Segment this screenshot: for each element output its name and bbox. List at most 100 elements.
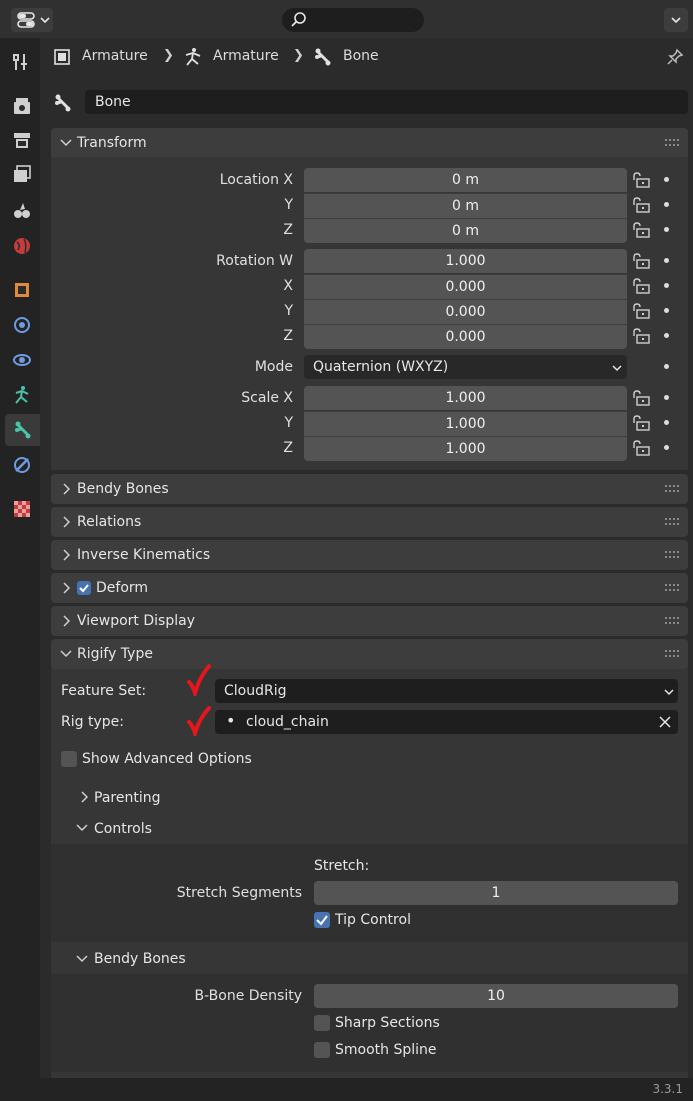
keyframe-dot-icon[interactable]: [664, 333, 669, 338]
tab-output[interactable]: [6, 124, 38, 156]
drag-handle-icon[interactable]: [665, 551, 679, 559]
lock-icon[interactable]: [631, 440, 651, 456]
tab-armature-data[interactable]: [6, 379, 38, 411]
breadcrumb-separator-icon: ❯: [163, 48, 174, 63]
tab-modifiers[interactable]: [6, 309, 38, 341]
tab-scene[interactable]: [6, 194, 38, 226]
chevron-down-icon: [40, 17, 50, 24]
rotation-z-field[interactable]: 0.000: [304, 324, 627, 349]
options-dropdown-button[interactable]: [664, 8, 688, 32]
drag-handle-icon[interactable]: [665, 485, 679, 493]
stretch-segments-field[interactable]: 1: [314, 881, 678, 905]
bone-icon: [14, 421, 30, 439]
tab-object[interactable]: [6, 274, 38, 306]
rotation-y-label: Y: [284, 303, 293, 319]
inverse-kinematics-panel-header[interactable]: Inverse Kinematics: [51, 540, 688, 570]
keyframe-dot-icon[interactable]: [664, 202, 669, 207]
lock-icon[interactable]: [631, 328, 651, 344]
keyframe-dot-icon[interactable]: [664, 227, 669, 232]
lock-icon[interactable]: [631, 222, 651, 238]
rotation-y-field[interactable]: 0.000: [304, 299, 627, 324]
drag-handle-icon[interactable]: [665, 584, 679, 592]
location-z-field[interactable]: 0 m: [304, 218, 627, 243]
controls-title: Controls: [94, 821, 152, 837]
bone-icon: [55, 94, 71, 112]
rigify-bendy-bones-subpanel-header[interactable]: Bendy Bones: [51, 944, 688, 974]
keyframe-dot-icon[interactable]: [664, 177, 669, 182]
location-x-label: Location X: [219, 172, 293, 188]
rotation-mode-dropdown[interactable]: Quaternion (WXYZ): [304, 355, 627, 379]
bone-name-field[interactable]: Bone: [85, 90, 688, 114]
tab-render[interactable]: [6, 90, 38, 122]
parenting-subpanel-header[interactable]: Parenting: [51, 782, 688, 812]
pin-icon[interactable]: [666, 48, 684, 66]
feature-set-value: CloudRig: [224, 683, 287, 699]
properties-editor-icon: [17, 12, 35, 28]
rig-type-search-field[interactable]: • cloud_chain: [215, 710, 678, 734]
controls-subpanel-header[interactable]: Controls: [51, 813, 688, 843]
drag-handle-icon[interactable]: [665, 518, 679, 526]
keyframe-dot-icon[interactable]: [664, 308, 669, 313]
annotation-checkmark-icon: [187, 664, 211, 696]
tab-bone[interactable]: [5, 414, 40, 446]
keyframe-dot-icon[interactable]: [664, 283, 669, 288]
lock-icon[interactable]: [631, 390, 651, 406]
feature-set-dropdown[interactable]: CloudRig: [215, 679, 678, 703]
location-y-field[interactable]: 0 m: [304, 193, 627, 218]
chevron-right-icon: [63, 483, 70, 495]
keyframe-dot-icon[interactable]: [664, 258, 669, 263]
search-input[interactable]: [282, 8, 424, 32]
rigify-type-panel-header[interactable]: Rigify Type: [51, 639, 688, 669]
tab-bone-constraints[interactable]: [6, 449, 38, 481]
rig-type-value: cloud_chain: [246, 714, 329, 730]
tab-texture[interactable]: [6, 493, 38, 525]
lock-icon[interactable]: [631, 415, 651, 431]
scale-y-field[interactable]: 1.000: [304, 411, 627, 436]
drag-handle-icon[interactable]: [665, 617, 679, 625]
keyframe-dot-icon[interactable]: [664, 420, 669, 425]
smooth-spline-checkbox[interactable]: [314, 1042, 330, 1058]
lock-icon[interactable]: [631, 253, 651, 269]
tab-physics[interactable]: [6, 344, 38, 376]
sharp-sections-checkbox[interactable]: [314, 1015, 330, 1031]
deform-checkbox[interactable]: [77, 581, 91, 595]
transform-panel-header[interactable]: Transform: [51, 128, 688, 158]
tab-world[interactable]: [6, 230, 38, 262]
scale-z-field[interactable]: 1.000: [304, 436, 627, 461]
scale-x-field[interactable]: 1.000: [304, 386, 627, 410]
keyframe-dot-icon[interactable]: [664, 395, 669, 400]
bbone-density-field[interactable]: 10: [314, 984, 678, 1008]
lock-icon[interactable]: [631, 303, 651, 319]
chevron-down-icon: [76, 955, 88, 963]
bendy-bones-panel-header[interactable]: Bendy Bones: [51, 474, 688, 504]
chevron-right-icon: [63, 615, 70, 627]
lock-icon[interactable]: [631, 197, 651, 213]
location-x-field[interactable]: 0 m: [304, 168, 627, 192]
lock-icon[interactable]: [631, 278, 651, 294]
tip-control-checkbox[interactable]: [314, 912, 330, 928]
tab-tool[interactable]: [6, 46, 38, 78]
tab-view-layer[interactable]: [6, 158, 38, 190]
viewport-display-title: Viewport Display: [77, 613, 195, 629]
rotation-x-field[interactable]: 0.000: [304, 274, 627, 299]
lock-icon[interactable]: [631, 172, 651, 188]
chevron-down-icon: [60, 650, 72, 658]
clear-icon[interactable]: [659, 716, 671, 728]
chevron-down-icon: [664, 689, 674, 696]
relations-title: Relations: [77, 514, 142, 530]
chevron-right-icon: [63, 549, 70, 561]
show-advanced-checkbox[interactable]: [61, 751, 77, 767]
viewport-display-panel-header[interactable]: Viewport Display: [51, 606, 688, 636]
feature-set-label: Feature Set:: [61, 683, 147, 699]
deform-panel-header[interactable]: Deform: [51, 573, 688, 603]
rotation-w-field[interactable]: 1.000: [304, 249, 627, 273]
keyframe-dot-icon[interactable]: [664, 445, 669, 450]
breadcrumb-armature-object: Armature: [82, 48, 148, 64]
drag-handle-icon[interactable]: [665, 139, 679, 147]
drag-handle-icon[interactable]: [665, 650, 679, 658]
relations-panel-header[interactable]: Relations: [51, 507, 688, 537]
physics-icon: [13, 354, 31, 366]
keyframe-dot-icon[interactable]: [664, 364, 669, 369]
object-constraint-icon: [14, 317, 30, 333]
editor-type-button[interactable]: [11, 8, 53, 32]
